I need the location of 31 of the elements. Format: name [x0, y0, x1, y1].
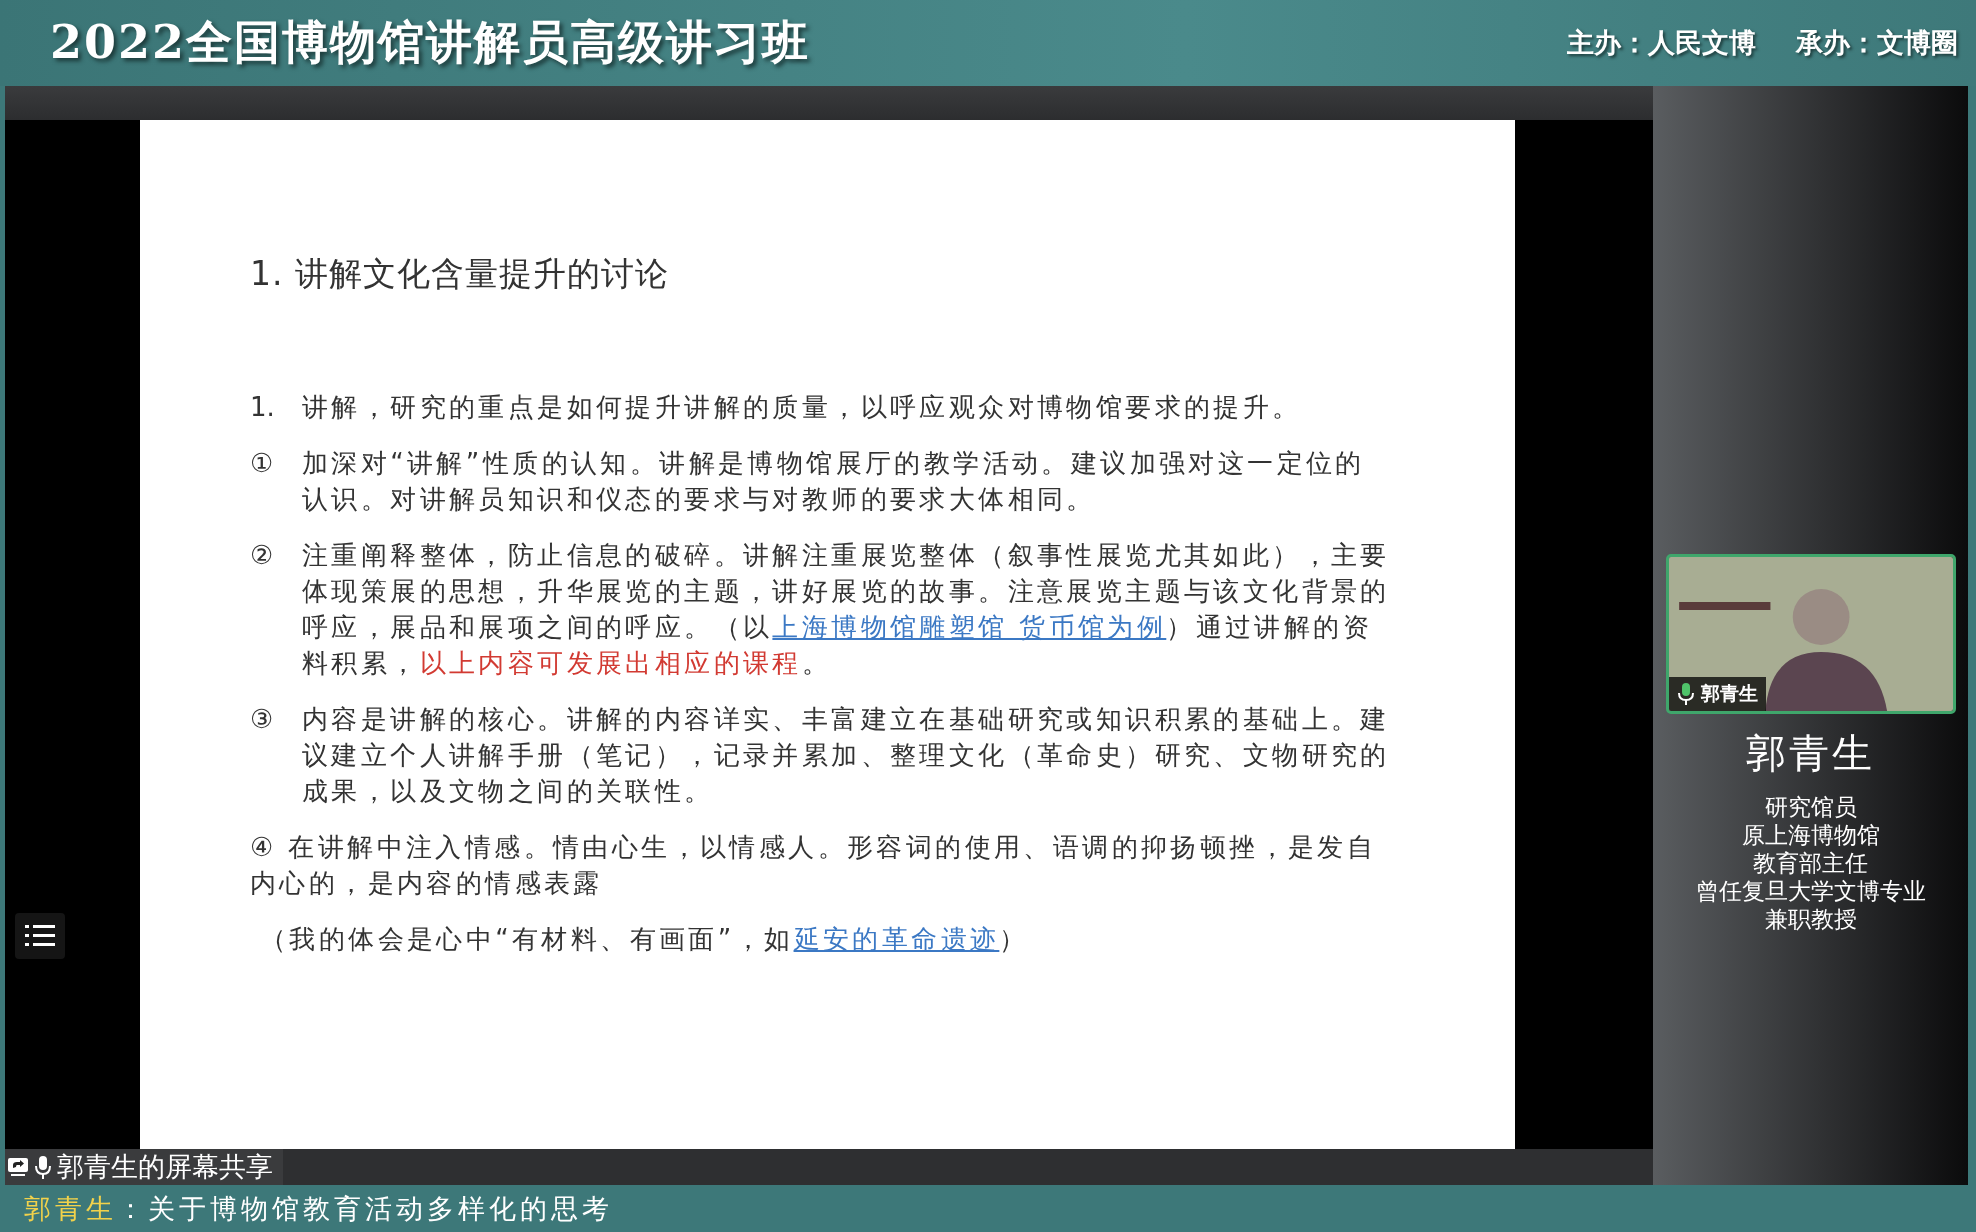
paragraph: ④ 在讲解中注入情感。情由心生，以情感人。形容词的使用、语调的抑扬顿挫，是发自内心的，是内容的情感表露: [250, 831, 1378, 900]
list-menu-button[interactable]: [15, 913, 65, 959]
speaker-title: 研究馆员: [1764, 793, 1857, 821]
list-icon: [25, 923, 55, 949]
microphone-icon: [35, 1154, 51, 1180]
speaker-name: 郭青生: [1746, 729, 1875, 778]
caption-speaker: 郭青生: [24, 1191, 117, 1226]
list-marker: ②: [250, 539, 275, 572]
link[interactable]: 上海博物馆雕塑馆 货币馆为例: [772, 612, 1167, 642]
link[interactable]: 延安的革命遗迹: [793, 924, 1000, 954]
paragraph: （我的体会是心中“有材料、有画面”，如 延安的革命遗迹）: [259, 923, 1030, 956]
paragraph: 加深对“讲解”性质的认知。讲解是博物馆展厅的教学活动。建议加强对这一定位的认识。对讲解员知识和仪态的要求与对教师的要求大体相同。: [302, 447, 1366, 516]
organizer-label: 主办：人民文博: [1567, 26, 1756, 60]
caption-topic: ：关于博物馆教育活动多样化的思考: [117, 1191, 613, 1226]
screen-share-icon: [7, 1155, 29, 1179]
speaker-title: 兼职教授: [1764, 905, 1857, 933]
paragraph: 内容是讲解的核心。讲解的内容详实、丰富建立在基础研究或知识积累的基础上。建议建立个人讲解手册（笔记），记录并累加、整理文化（革命史）研究、文物研究的成果，以及文物之间的关联性。: [302, 703, 1391, 808]
slide-heading: 1. 讲解文化含量提升的讨论: [250, 253, 670, 295]
speaker-title: 曾任复旦大学文博专业: [1695, 877, 1926, 905]
organizer-label: 承办：文博圈: [1796, 26, 1958, 60]
participant-name: 郭青生: [1700, 681, 1758, 706]
microphone-icon: [1676, 682, 1695, 706]
event-title: 2022全国博物馆讲解员高级讲习班: [50, 14, 811, 71]
paragraph: 讲解，研究的重点是如何提升讲解的质量，以呼应观众对博物馆要求的提升。: [302, 391, 1303, 424]
share-label-text: 郭青生的屏幕共享: [57, 1150, 273, 1184]
list-marker: ①: [250, 447, 275, 480]
list-marker: ③: [250, 703, 275, 736]
speaker-title: 原上海博物馆: [1741, 821, 1880, 849]
speaker-title: 教育部主任: [1753, 849, 1868, 877]
list-marker: 1.: [250, 391, 276, 424]
paragraph: 注重阐释整体，防止信息的破碎。讲解注重展览整体（叙事性展览尤其如此），主要体现策展的思想，升华展览的主题，讲好展览的故事。注意展览主题与该文化背景的呼应，展品和展项之间的呼应。（以上海博物馆雕塑馆 货币馆为例）通过讲解的资料积累，以上内容可发展出相应的课程。: [302, 539, 1391, 680]
